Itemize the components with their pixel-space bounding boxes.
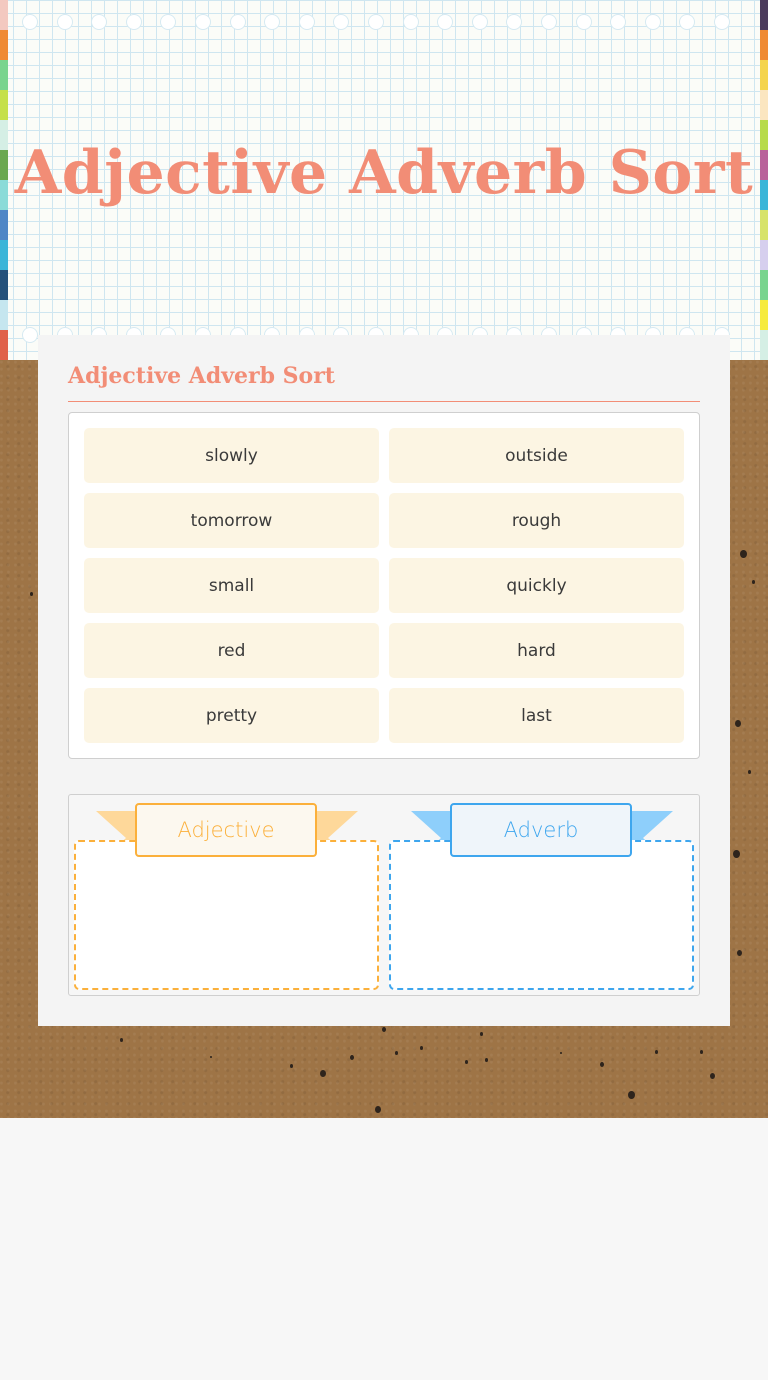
- word-tile[interactable]: outside: [389, 428, 684, 483]
- stripe-segment: [760, 90, 768, 120]
- stripe-segment: [760, 0, 768, 30]
- bin-adjective[interactable]: Adjective: [74, 795, 380, 995]
- ink-spot: [465, 1060, 468, 1064]
- word-tile[interactable]: tomorrow: [84, 493, 379, 548]
- punch-hole: [125, 14, 142, 30]
- word-bank: slowly outside tomorrow rough small quickly re…: [68, 412, 700, 759]
- ink-spot: [420, 1046, 423, 1050]
- stripe-segment: [760, 210, 768, 240]
- ink-spot: [710, 1073, 715, 1079]
- word-tile[interactable]: red: [84, 623, 379, 678]
- punch-hole: [506, 14, 523, 30]
- ink-spot: [395, 1051, 398, 1055]
- title-divider: [68, 401, 700, 402]
- ink-spot: [737, 950, 742, 956]
- stripe-segment: [0, 30, 8, 60]
- ink-spot: [735, 720, 741, 728]
- word-tile[interactable]: rough: [389, 493, 684, 548]
- punch-hole: [229, 14, 246, 30]
- punch-hole: [540, 14, 557, 30]
- ink-spot: [700, 1050, 703, 1054]
- stripe-segment: [0, 210, 8, 240]
- punch-hole: [575, 14, 592, 30]
- word-tile[interactable]: quickly: [389, 558, 684, 613]
- word-tile[interactable]: hard: [389, 623, 684, 678]
- punch-hole: [437, 14, 454, 30]
- ink-spot: [290, 1064, 293, 1068]
- category-label-adjective: Adjective: [135, 803, 317, 857]
- drop-zone-adjective[interactable]: [74, 840, 379, 990]
- punch-hole: [264, 14, 281, 30]
- ink-spot: [210, 1056, 212, 1059]
- stripe-segment: [0, 270, 8, 300]
- category-label-adverb: Adverb: [450, 803, 632, 857]
- ink-spot: [752, 580, 755, 584]
- ink-spot: [480, 1032, 483, 1036]
- punch-hole: [367, 14, 384, 30]
- ink-spot: [628, 1091, 635, 1100]
- punch-hole: [713, 14, 730, 30]
- stripe-segment: [760, 300, 768, 330]
- punch-hole: [333, 14, 350, 30]
- stripe-segment: [0, 300, 8, 330]
- punch-hole: [56, 14, 73, 30]
- ink-spot: [382, 1027, 386, 1032]
- stripe-segment: [0, 90, 8, 120]
- ink-spot: [748, 770, 751, 774]
- punch-hole: [610, 14, 627, 30]
- word-tile[interactable]: small: [84, 558, 379, 613]
- punch-hole: [298, 14, 315, 30]
- stripe-segment: [0, 330, 8, 360]
- ink-spot: [600, 1062, 604, 1067]
- punch-hole: [644, 14, 661, 30]
- ink-spot: [560, 1052, 562, 1055]
- ink-spot: [733, 850, 740, 859]
- ink-spot: [740, 550, 747, 559]
- bin-adverb[interactable]: Adverb: [389, 795, 695, 995]
- punch-holes-top: [22, 14, 730, 30]
- stripe-segment: [760, 330, 768, 360]
- punch-hole: [471, 14, 488, 30]
- punch-hole: [22, 14, 38, 30]
- punch-hole: [402, 14, 419, 30]
- stripe-segment: [760, 30, 768, 60]
- punch-hole: [194, 14, 211, 30]
- drop-zone-adverb[interactable]: [389, 840, 694, 990]
- punch-hole: [160, 14, 177, 30]
- ink-spot: [120, 1038, 123, 1042]
- word-grid: slowly outside tomorrow rough small quickly re…: [84, 428, 684, 743]
- ink-spot: [320, 1070, 326, 1078]
- activity-card: Adjective Adverb Sort slowly outside tomor…: [38, 335, 730, 1026]
- word-tile[interactable]: pretty: [84, 688, 379, 743]
- ink-spot: [30, 592, 33, 596]
- stripe-segment: [0, 60, 8, 90]
- stripe-segment: [0, 0, 8, 30]
- word-tile[interactable]: slowly: [84, 428, 379, 483]
- sort-bins: Adjective Adverb: [68, 794, 700, 996]
- stripe-segment: [760, 270, 768, 300]
- header-banner: Adjective Adverb Sort: [0, 0, 768, 360]
- punch-hole: [22, 327, 38, 343]
- ink-spot: [350, 1055, 354, 1060]
- punch-hole: [91, 14, 108, 30]
- ink-spot: [485, 1058, 488, 1062]
- activity-title: Adjective Adverb Sort: [68, 363, 335, 389]
- punch-hole: [679, 14, 696, 30]
- stripe-segment: [760, 60, 768, 90]
- page-title: Adjective Adverb Sort: [14, 138, 754, 208]
- word-tile[interactable]: last: [389, 688, 684, 743]
- stripe-segment: [760, 240, 768, 270]
- ink-spot: [655, 1050, 658, 1054]
- stripe-segment: [0, 240, 8, 270]
- ink-spot: [375, 1106, 381, 1114]
